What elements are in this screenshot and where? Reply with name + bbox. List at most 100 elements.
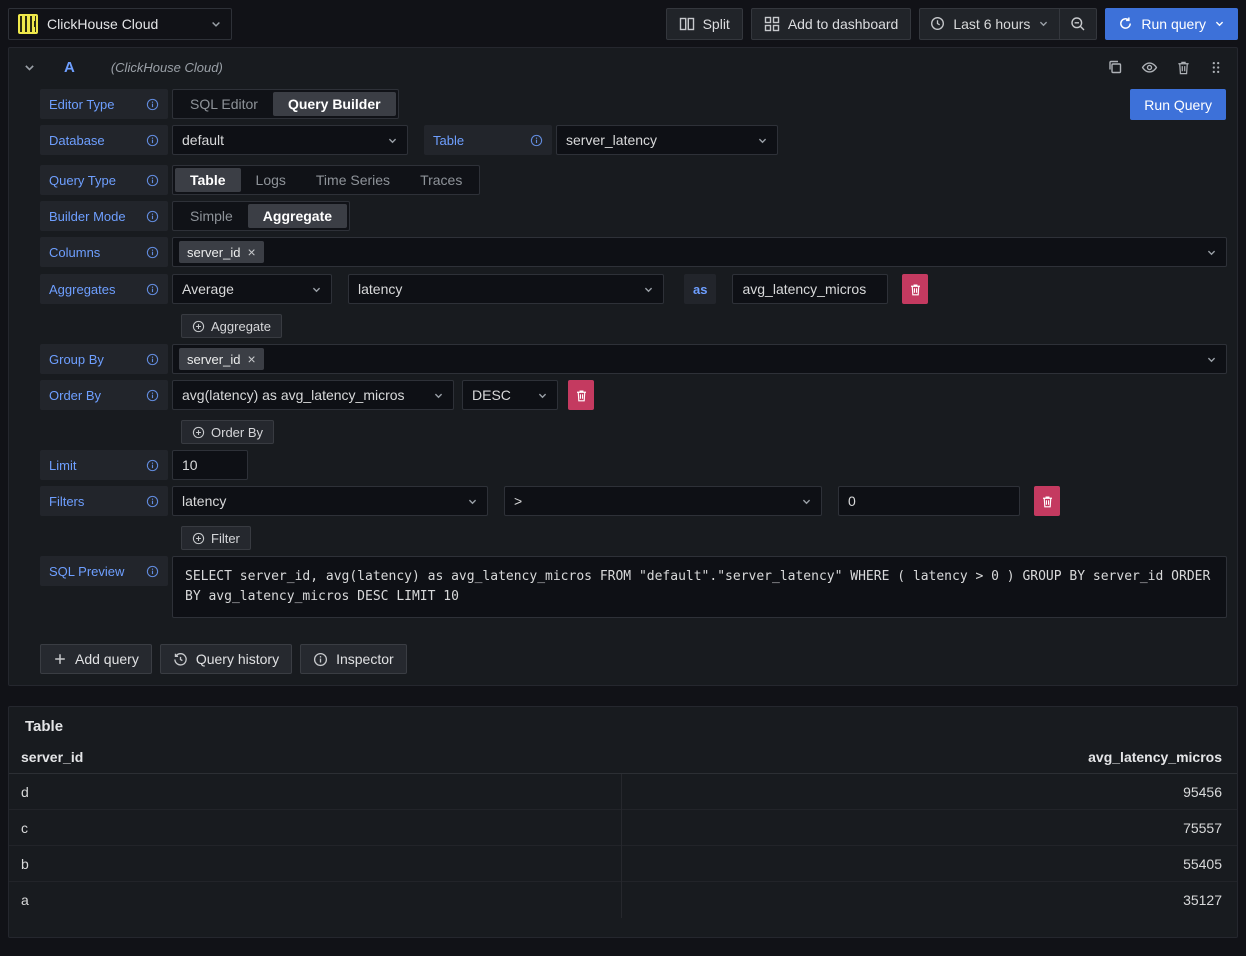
builder-mode-option-simple[interactable]: Simple: [175, 204, 248, 228]
remove-order-by-button[interactable]: [568, 380, 594, 410]
time-range-label: Last 6 hours: [953, 16, 1030, 32]
query-type-option-traces[interactable]: Traces: [405, 168, 477, 192]
editor-type-radio-group: SQL Editor Query Builder: [172, 89, 399, 119]
filter-operator-select[interactable]: >: [504, 486, 822, 516]
query-datasource-hint: (ClickHouse Cloud): [111, 60, 223, 75]
add-filter-button[interactable]: Filter: [181, 526, 251, 550]
info-icon: [146, 246, 159, 259]
builder-mode-label: Builder Mode: [40, 201, 168, 231]
query-type-row: Query Type Table Logs Time Series Traces: [40, 165, 1227, 195]
cell-server-id: d: [21, 784, 29, 800]
cell-avg-latency: 75557: [1183, 820, 1222, 836]
chevron-down-icon: [1206, 354, 1217, 365]
cell-avg-latency: 55405: [1183, 856, 1222, 872]
query-type-option-table[interactable]: Table: [175, 168, 241, 192]
run-query-editor-button[interactable]: Run Query: [1130, 89, 1226, 120]
database-label: Database: [40, 125, 168, 155]
inspector-button[interactable]: Inspector: [300, 644, 407, 674]
table-label: Table: [424, 125, 552, 155]
add-order-by-row: Order By: [181, 420, 1227, 444]
builder-mode-row: Builder Mode Simple Aggregate: [40, 201, 1227, 231]
add-order-by-button[interactable]: Order By: [181, 420, 274, 444]
table-header-row: server_id avg_latency_micros: [9, 735, 1237, 774]
columns-row: Columns server_id ×: [40, 237, 1227, 267]
query-header-actions: [1107, 59, 1223, 76]
table-row[interactable]: a 35127: [9, 882, 1237, 918]
query-history-button[interactable]: Query history: [160, 644, 292, 674]
zoom-out-time-button[interactable]: [1059, 9, 1096, 39]
plus-circle-icon: [192, 426, 205, 439]
editor-type-option-query-builder[interactable]: Query Builder: [273, 92, 396, 116]
query-editor-panel: A (ClickHouse Cloud) Run Query Editor Ty…: [8, 47, 1238, 686]
columns-multiselect[interactable]: server_id ×: [172, 237, 1227, 267]
info-icon: [146, 283, 159, 296]
aggregate-function-select[interactable]: Average: [172, 274, 332, 304]
toolbar-actions: Split Add to dashboard Last 6 hours Run …: [666, 8, 1238, 40]
duplicate-query-icon[interactable]: [1107, 59, 1123, 75]
query-builder-form: Editor Type SQL Editor Query Builder Dat…: [9, 86, 1237, 685]
info-icon: [146, 389, 159, 402]
add-aggregate-button[interactable]: Aggregate: [181, 314, 282, 338]
as-keyword-label: as: [684, 274, 716, 304]
add-to-dashboard-button[interactable]: Add to dashboard: [751, 8, 912, 40]
query-type-label: Query Type: [40, 165, 168, 195]
cell-avg-latency: 35127: [1183, 892, 1222, 908]
delete-query-trash-icon[interactable]: [1176, 60, 1191, 75]
remove-filter-button[interactable]: [1034, 486, 1060, 516]
split-button[interactable]: Split: [666, 8, 743, 40]
database-select[interactable]: default: [172, 125, 408, 155]
remove-chip-icon[interactable]: ×: [247, 245, 255, 259]
info-circle-icon: [313, 652, 328, 667]
collapse-chevron-icon[interactable]: [23, 61, 36, 74]
editor-type-option-sql-editor[interactable]: SQL Editor: [175, 92, 273, 116]
aggregates-row: Aggregates Average latency as avg_latenc…: [40, 274, 1227, 304]
results-table-panel: Table server_id avg_latency_micros d 954…: [8, 706, 1238, 938]
remove-chip-icon[interactable]: ×: [247, 352, 255, 366]
order-by-field-select[interactable]: avg(latency) as avg_latency_micros: [172, 380, 454, 410]
info-icon: [146, 210, 159, 223]
cell-server-id: b: [21, 856, 29, 872]
filter-field-select[interactable]: latency: [172, 486, 488, 516]
builder-mode-option-aggregate[interactable]: Aggregate: [248, 204, 347, 228]
limit-row: Limit 10: [40, 450, 1227, 480]
column-header-avg-latency-micros[interactable]: avg_latency_micros: [1088, 749, 1222, 765]
limit-input[interactable]: 10: [172, 450, 248, 480]
group-by-multiselect[interactable]: server_id ×: [172, 344, 1227, 374]
add-to-dashboard-label: Add to dashboard: [788, 16, 899, 32]
top-toolbar: ClickHouse Cloud Split Add to dashboard …: [0, 0, 1246, 47]
query-type-option-time-series[interactable]: Time Series: [301, 168, 405, 192]
history-icon: [173, 652, 188, 667]
sql-preview-label: SQL Preview: [40, 556, 168, 586]
split-label: Split: [703, 16, 730, 32]
hide-query-eye-icon[interactable]: [1141, 59, 1158, 76]
query-type-option-logs[interactable]: Logs: [241, 168, 301, 192]
aggregate-alias-input[interactable]: avg_latency_micros: [732, 274, 888, 304]
add-query-button[interactable]: Add query: [40, 644, 152, 674]
run-query-toolbar-button[interactable]: Run query: [1105, 8, 1238, 40]
table-panel-title: Table: [9, 707, 1237, 735]
chevron-down-icon: [643, 284, 654, 295]
editor-type-row: Editor Type SQL Editor Query Builder: [40, 89, 1227, 119]
drag-handle-icon[interactable]: [1209, 60, 1223, 75]
table-row[interactable]: d 95456: [9, 774, 1237, 810]
trash-icon: [1041, 495, 1054, 508]
table-row[interactable]: b 55405: [9, 846, 1237, 882]
info-icon: [530, 134, 543, 147]
group-by-chip: server_id ×: [179, 348, 264, 370]
time-range-picker[interactable]: Last 6 hours: [920, 9, 1059, 39]
trash-icon: [575, 389, 588, 402]
column-header-server-id[interactable]: server_id: [21, 749, 83, 765]
aggregate-column-select[interactable]: latency: [348, 274, 664, 304]
order-direction-select[interactable]: DESC: [462, 380, 558, 410]
datasource-picker[interactable]: ClickHouse Cloud: [8, 8, 232, 40]
table-select[interactable]: server_latency: [556, 125, 778, 155]
chevron-down-icon: [467, 496, 478, 507]
filter-value-input[interactable]: 0: [838, 486, 1020, 516]
group-by-row: Group By server_id ×: [40, 344, 1227, 374]
remove-aggregate-button[interactable]: [902, 274, 928, 304]
table-row[interactable]: c 75557: [9, 810, 1237, 846]
query-ref-id[interactable]: A: [64, 59, 75, 76]
dashboard-grid-icon: [764, 16, 780, 32]
cell-server-id: c: [21, 820, 28, 836]
database-table-row: Database default Table server_latency: [40, 125, 1227, 155]
